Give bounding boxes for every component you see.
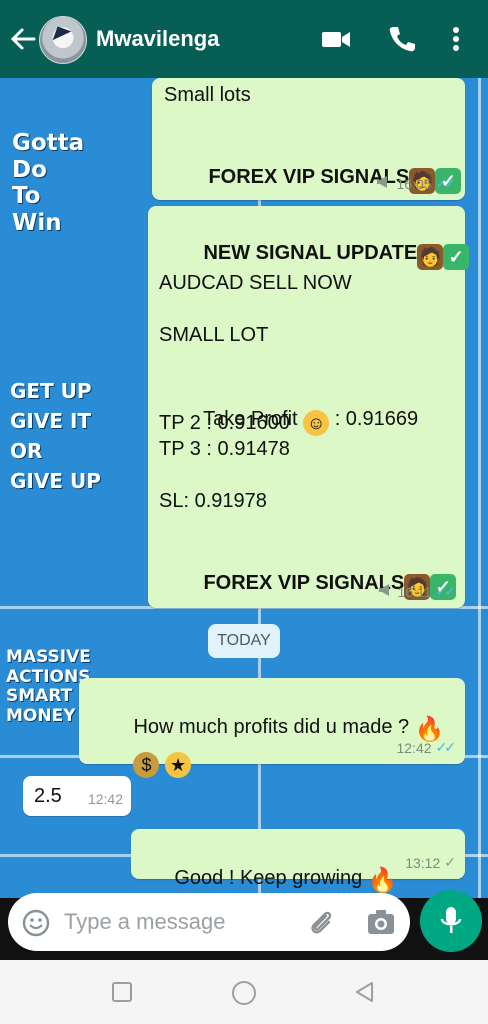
- message-meta: 12:42 ✓✓: [396, 739, 457, 756]
- message-composer[interactable]: Type a message: [8, 893, 410, 951]
- system-navbar: [0, 960, 488, 1024]
- fire-emoji-icon: 🔥: [367, 867, 398, 894]
- message-text: SL: 0.91978: [159, 490, 267, 512]
- read-ticks-icon: ✓✓: [435, 175, 457, 191]
- megaphone-icon: [376, 175, 392, 192]
- message-text: Good ! Keep growing: [174, 867, 363, 889]
- message-text: AUDCAD SELL NOW: [159, 272, 352, 294]
- chat-header: Mwavilenga: [0, 0, 488, 78]
- home-icon[interactable]: [230, 979, 258, 1012]
- wallpaper-text: Gotta Do To Win: [12, 130, 85, 237]
- read-ticks-icon: ✓✓: [435, 739, 457, 755]
- message-meta: 16:05 ✓✓: [376, 175, 457, 192]
- emoji-icon[interactable]: [22, 909, 50, 942]
- teacher-emoji-icon: 🧑: [417, 244, 444, 270]
- star-struck-emoji-icon: ★: [165, 752, 192, 778]
- message-bubble-outgoing[interactable]: Good ! Keep growing 🔥 13:12 ✓: [131, 829, 465, 894]
- check-mark-emoji-icon: ✓: [443, 244, 470, 270]
- more-options-icon[interactable]: [444, 23, 468, 55]
- mic-icon: [439, 906, 463, 941]
- message-text: TP 3 : 0.91478: [159, 438, 290, 460]
- wallpaper-text: GET UP GIVE IT OR GIVE UP: [10, 379, 101, 493]
- attach-icon[interactable]: [306, 908, 336, 943]
- message-text: 2.5: [34, 785, 62, 807]
- contact-avatar[interactable]: [39, 16, 87, 64]
- contact-name[interactable]: Mwavilenga: [96, 26, 219, 52]
- message-bubble-outgoing[interactable]: NEW SIGNAL UPDATE🧑 ✓ AUDCAD SELL NOW SMAL…: [148, 206, 470, 608]
- delivered-ticks-icon: ✓: [444, 854, 456, 870]
- money-bag-emoji-icon: $: [133, 752, 160, 778]
- message-text: How much profits did u made ?: [133, 716, 410, 738]
- wallpaper-line: [478, 78, 481, 966]
- message-time: 16:11: [397, 583, 432, 600]
- message-bubble-outgoing[interactable]: Small lots FOREX VIP SIGNALS🧑 ✓ 16:05 ✓✓: [152, 78, 465, 200]
- camera-icon[interactable]: [366, 908, 396, 941]
- back-arrow-icon[interactable]: [8, 24, 38, 54]
- message-time: 12:42: [396, 739, 432, 756]
- message-time: 16:05: [396, 175, 432, 192]
- message-time: 13:12: [405, 854, 441, 871]
- video-call-icon[interactable]: [320, 23, 352, 55]
- message-text: Small lots: [164, 84, 251, 106]
- hugging-face-emoji-icon: ☺: [303, 410, 330, 436]
- message-input[interactable]: Type a message: [64, 909, 225, 935]
- megaphone-icon: [378, 583, 394, 600]
- message-text: : 0.91669: [329, 408, 419, 430]
- date-divider: TODAY: [208, 624, 280, 658]
- phone-icon[interactable]: [386, 23, 418, 55]
- message-text: [164, 108, 461, 138]
- message-time: 12:42: [87, 791, 123, 807]
- message-meta: 12:42: [88, 791, 123, 807]
- message-text: SMALL LOT: [159, 324, 269, 346]
- message-bubble-outgoing[interactable]: How much profits did u made ? 🔥 $ ★ 12:4…: [79, 678, 465, 778]
- message-meta: 13:12 ✓: [405, 854, 456, 871]
- message-bubble-incoming[interactable]: 2.5 12:42: [23, 776, 131, 816]
- recent-apps-icon[interactable]: [110, 980, 134, 1009]
- message-text: NEW SIGNAL UPDATE: [203, 242, 418, 264]
- mic-button[interactable]: [420, 890, 482, 952]
- read-ticks-icon: ✓✓: [435, 583, 457, 599]
- message-text: FOREX VIP SIGNALS: [203, 572, 405, 594]
- back-icon[interactable]: [352, 980, 376, 1009]
- message-meta: 16:11 ✓✓: [378, 583, 457, 600]
- chat-area[interactable]: Gotta Do To Win GET UP GIVE IT OR GIVE U…: [0, 78, 488, 966]
